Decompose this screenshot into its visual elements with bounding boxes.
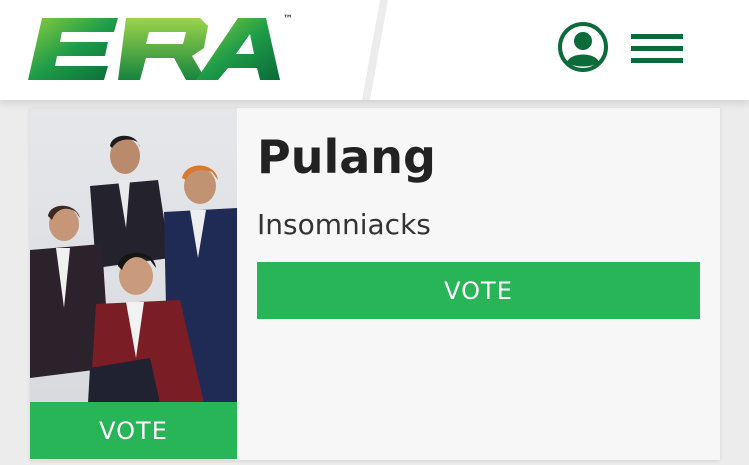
account-button[interactable] [557,21,609,73]
hamburger-menu-icon-bar-2 [631,46,683,51]
header-divider [362,0,388,100]
artist-name: Insomniacks [257,208,431,241]
band-photo-image [30,135,237,403]
photo-vote-button[interactable]: VOTE [30,402,237,459]
page: ™ VOTE Pulang Insomniacks VOTE [0,0,749,465]
user-circle-icon [558,22,608,72]
hamburger-menu-icon-bar-1 [631,34,683,39]
vote-button[interactable]: VOTE [257,262,700,319]
hamburger-menu-icon-bar-3 [631,58,683,63]
menu-button[interactable] [631,31,683,67]
trademark-symbol: ™ [283,14,293,25]
era-logo [28,18,280,80]
song-title: Pulang [257,130,436,184]
site-header: ™ [0,0,749,100]
band-photo [30,108,237,403]
